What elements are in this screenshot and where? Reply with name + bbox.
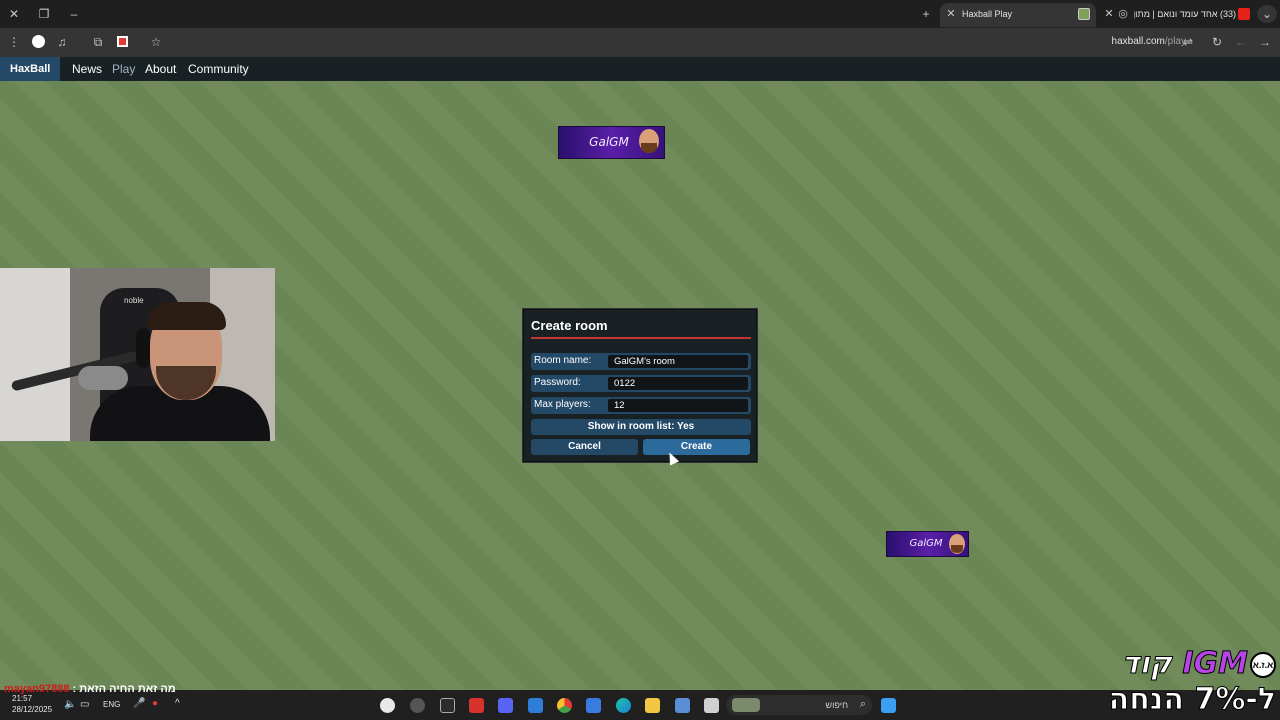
banner-avatar-beard	[951, 545, 963, 553]
terminal-icon[interactable]	[704, 698, 719, 713]
chat-username: mayan97888	[4, 683, 70, 695]
cancel-button[interactable]: Cancel	[531, 439, 638, 455]
media-controls-icon[interactable]: ♫	[54, 34, 70, 50]
password-label: Password:	[534, 377, 581, 388]
room-name-label: Room name:	[534, 355, 592, 366]
promo-discount-line: ל-7% הנחה	[1108, 682, 1276, 718]
promo-badge: א.ז.א	[1250, 652, 1276, 678]
promo-code-prefix: קוד	[1121, 646, 1183, 682]
promo-code-brand: IGM	[1182, 646, 1249, 682]
chrome-icon[interactable]	[557, 698, 572, 713]
extension-red-icon[interactable]	[114, 34, 130, 50]
url-host: haxball.com	[1111, 36, 1165, 47]
menu-dots-icon[interactable]: ⋮	[6, 34, 22, 50]
stream-chat-message: mayan97888 : מה זאת החיה הזאת	[4, 683, 176, 695]
tray-app-icon[interactable]: ●	[152, 698, 158, 709]
language-indicator[interactable]: ENG	[103, 700, 120, 709]
nav-link-community[interactable]: Community	[188, 57, 249, 81]
haxball-logo-link[interactable]: HaxBall	[0, 57, 61, 81]
tab-close-icon[interactable]: ✕	[1102, 3, 1116, 25]
streamer-hair	[148, 302, 226, 330]
promo-code-line: קוד IGM	[1121, 646, 1249, 682]
haxball-nav-bar: HaxBall News Play About Community	[0, 57, 1280, 81]
headset-icon	[136, 328, 150, 368]
taskbar-search[interactable]: חיפוש ⌕	[726, 695, 872, 715]
extensions-icon[interactable]: ⧉	[90, 34, 106, 50]
tab-title: (33) אחד עומד ונואם | מתון	[1134, 9, 1236, 19]
window-close-icon[interactable]: ✕	[4, 5, 24, 23]
haxball-favicon-icon	[1078, 8, 1090, 20]
max-players-input[interactable]	[608, 399, 748, 412]
dialog-title-rule	[531, 337, 751, 339]
app-icon[interactable]	[675, 698, 690, 713]
search-highlight-icon	[732, 698, 760, 712]
tab-title: Haxball Play	[962, 9, 1013, 19]
start-menu-icon[interactable]	[881, 698, 896, 713]
max-players-row: Max players:	[531, 397, 751, 414]
dialog-title: Create room	[531, 318, 608, 333]
microphone-tray-icon: 🎤	[133, 698, 146, 709]
edge-icon[interactable]	[616, 698, 631, 713]
banner-avatar-beard	[641, 143, 657, 153]
nav-link-news[interactable]: News	[72, 57, 102, 81]
tab-search-icon[interactable]: ⌄	[1257, 5, 1277, 23]
show-in-room-list-toggle[interactable]: Show in room list: Yes	[531, 419, 751, 435]
create-room-dialog: Create room Room name: Password: Max pla…	[523, 309, 757, 462]
chat-text: מה זאת החיה הזאת	[79, 683, 176, 695]
epic-games-icon[interactable]	[440, 698, 455, 713]
steam-icon[interactable]	[410, 698, 425, 713]
browser-tab-strip: ✕ ❐ – + ✕ Haxball Play ✕ ◎ (33) אחד עומד…	[0, 0, 1280, 28]
chat-separator: :	[69, 683, 80, 695]
back-arrow-icon[interactable]: ←	[1233, 34, 1249, 50]
address-bar[interactable]: haxball.com/play	[1112, 36, 1186, 47]
window-restore-icon[interactable]: ❐	[34, 5, 54, 23]
promo-overlay: א.ז.א קוד IGM ל-7% הנחה	[1088, 646, 1278, 718]
store-icon[interactable]	[586, 698, 601, 713]
browser-toolbar: ⋮ ♫ ⧉ ☆ haxball.com/play ⇌ ↻ ← →	[0, 28, 1280, 57]
streamer-webcam: noble	[0, 268, 275, 441]
window-minimize-icon[interactable]: –	[64, 5, 84, 23]
reload-icon[interactable]: ↻	[1209, 34, 1225, 50]
clock-date: 28/12/2025	[12, 705, 53, 714]
app-blue-icon[interactable]	[528, 698, 543, 713]
nav-link-about[interactable]: About	[145, 57, 176, 81]
microphone-icon	[78, 366, 128, 390]
tab-close-icon[interactable]: ✕	[944, 3, 958, 25]
password-input[interactable]	[608, 377, 748, 390]
tab-haxball-play[interactable]: ✕ Haxball Play	[940, 3, 1096, 27]
profile-avatar-icon[interactable]	[30, 34, 46, 50]
clock-time: 21:57	[12, 694, 33, 703]
network-icon[interactable]: ▭	[80, 699, 89, 710]
obs-icon[interactable]	[380, 698, 395, 713]
streamer-banner-top: GalGM	[558, 126, 665, 159]
max-players-label: Max players:	[534, 399, 591, 410]
audio-playing-icon: ◎	[1118, 8, 1128, 20]
volume-icon[interactable]: 🔈	[64, 699, 76, 710]
nav-link-play[interactable]: Play	[112, 57, 135, 81]
forward-arrow-icon[interactable]: →	[1257, 34, 1273, 50]
tray-expand-icon[interactable]: ^	[175, 698, 180, 709]
create-button[interactable]: Create	[643, 439, 750, 455]
bookmark-star-icon[interactable]: ☆	[148, 34, 164, 50]
file-explorer-icon[interactable]	[645, 698, 660, 713]
search-placeholder: חיפוש	[825, 700, 848, 710]
discord-icon[interactable]	[498, 698, 513, 713]
streamer-banner-bottom: GalGM	[886, 531, 969, 557]
site-settings-icon[interactable]: ⇌	[1180, 34, 1196, 50]
room-name-row: Room name:	[531, 353, 751, 370]
password-row: Password:	[531, 375, 751, 392]
search-icon: ⌕	[859, 698, 866, 710]
youtube-favicon-icon	[1238, 8, 1250, 20]
chair-logo: noble	[124, 296, 144, 305]
app-red-icon[interactable]	[469, 698, 484, 713]
tab-youtube-video[interactable]: ✕ ◎ (33) אחד עומד ונואם | מתון	[1100, 3, 1256, 27]
room-name-input[interactable]	[608, 355, 748, 368]
new-tab-icon[interactable]: +	[916, 5, 936, 23]
